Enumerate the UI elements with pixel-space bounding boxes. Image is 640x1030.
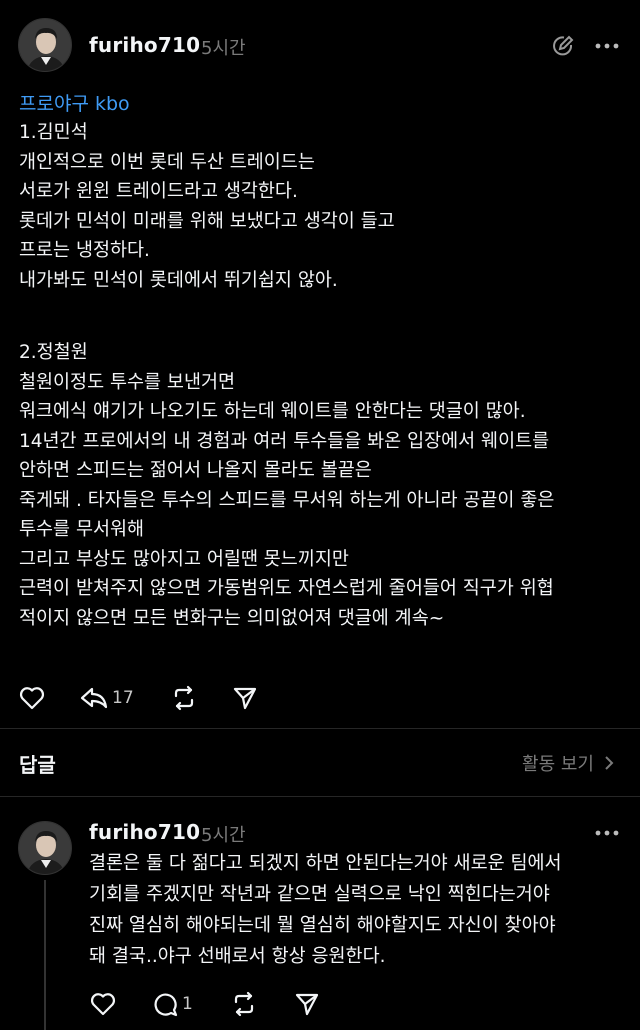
more-icon[interactable] bbox=[594, 34, 620, 58]
chevron-right-icon bbox=[605, 756, 614, 770]
avatar[interactable] bbox=[18, 18, 72, 72]
replies-title: 답글 bbox=[19, 753, 56, 777]
reply-arrow-icon bbox=[80, 687, 108, 709]
topic-tag[interactable]: 프로야구 kbo bbox=[19, 89, 130, 116]
post-line: 2.정철원 bbox=[19, 342, 88, 363]
thread-post: furiho710 5시간 프로야구 kbo 1.김민석 개인적으로 이번 롯데… bbox=[0, 0, 640, 728]
post-line: 1.김민석 bbox=[19, 122, 88, 143]
repost-count: 17 bbox=[112, 688, 134, 708]
reply-username[interactable]: furiho710 bbox=[89, 820, 200, 844]
avatar-photo bbox=[19, 19, 71, 71]
post-line: 롯데가 민석이 미래를 위해 보냈다고 생각이 들고 bbox=[19, 210, 395, 232]
reply-text: 결론은 둘 다 젊다고 되겠지 하면 안된다는거야 새로운 팀에서 기회를 주겠… bbox=[89, 848, 562, 972]
comment-count: 1 bbox=[182, 994, 193, 1014]
reply-avatar[interactable] bbox=[18, 821, 72, 875]
post-line: 내가봐도 민석이 롯데에서 뛰기쉽지 않아. bbox=[19, 269, 338, 291]
heart-icon[interactable] bbox=[18, 684, 46, 712]
repost-icon[interactable] bbox=[230, 990, 258, 1018]
reply-line: 결론은 둘 다 젊다고 되겠지 하면 안된다는거야 새로운 팀에서 bbox=[89, 853, 562, 874]
post-line: 서로가 윈윈 트레이드라고 생각한다. bbox=[19, 181, 298, 202]
thread-line bbox=[44, 880, 46, 1030]
view-activity-label: 활동 보기 bbox=[522, 754, 594, 775]
post-line: 적이지 않으면 모든 변화구는 의미없어져 댓글에 계속~ bbox=[19, 607, 445, 629]
send-icon[interactable] bbox=[293, 990, 321, 1018]
post-time: 5시간 bbox=[201, 38, 246, 59]
reply-action[interactable]: 17 bbox=[80, 684, 134, 712]
reply-line: 기회를 주겠지만 작년과 같으면 실력으로 낙인 찍힌다는거야 bbox=[89, 884, 550, 905]
heart-icon[interactable] bbox=[89, 990, 117, 1018]
more-icon[interactable] bbox=[594, 821, 620, 845]
post-paragraph-2: 2.정철원 철원이정도 투수를 보낸거면 워크에식 얘기가 나오기도 하는데 웨… bbox=[19, 338, 554, 633]
comment-icon bbox=[154, 993, 178, 1017]
post-line: 워크에식 얘기가 나오기도 하는데 웨이트를 안한다는 댓글이 많아. bbox=[19, 401, 526, 422]
send-icon[interactable] bbox=[231, 684, 259, 712]
post-line: 투수를 무서워해 bbox=[19, 519, 145, 540]
view-activity-button[interactable]: 활동 보기 bbox=[522, 750, 614, 776]
post-line: 근력이 받쳐주지 않으면 가동범위도 자연스럽게 줄어들어 직구가 위협 bbox=[19, 578, 554, 599]
post-line: 안하면 스피드는 젊어서 나올지 몰라도 볼끝은 bbox=[19, 460, 372, 481]
avatar-photo bbox=[19, 822, 71, 874]
post-line: 개인적으로 이번 롯데 두산 트레이드는 bbox=[19, 151, 315, 173]
post-line: 철원이정도 투수를 보낸거면 bbox=[19, 371, 236, 393]
post-line: 14년간 프로에서의 내 경험과 여러 투수들을 봐온 입장에서 웨이트를 bbox=[19, 430, 550, 452]
divider bbox=[0, 796, 640, 797]
post-line: 프로는 냉정하다. bbox=[19, 240, 150, 261]
username[interactable]: furiho710 bbox=[89, 33, 200, 57]
reply-time: 5시간 bbox=[201, 825, 246, 846]
post-line: 그리고 부상도 많아지고 어릴땐 못느끼지만 bbox=[19, 548, 349, 570]
post-paragraph-1: 1.김민석 개인적으로 이번 롯데 두산 트레이드는 서로가 윈윈 트레이드라고… bbox=[19, 118, 395, 295]
edit-circle-icon[interactable] bbox=[550, 33, 576, 59]
reply-line: 진짜 열심히 해야되는데 뭘 열심히 해야할지도 자신이 찾아야 bbox=[89, 915, 556, 936]
repost-icon[interactable] bbox=[170, 684, 198, 712]
reply-line: 돼 결국..야구 선배로서 항상 응원한다. bbox=[89, 946, 386, 967]
divider bbox=[0, 728, 640, 729]
comment-action[interactable]: 1 bbox=[152, 990, 193, 1018]
post-line: 죽게돼 . 타자들은 투수의 스피드를 무서워 하는게 아니라 공끝이 좋은 bbox=[19, 489, 555, 511]
